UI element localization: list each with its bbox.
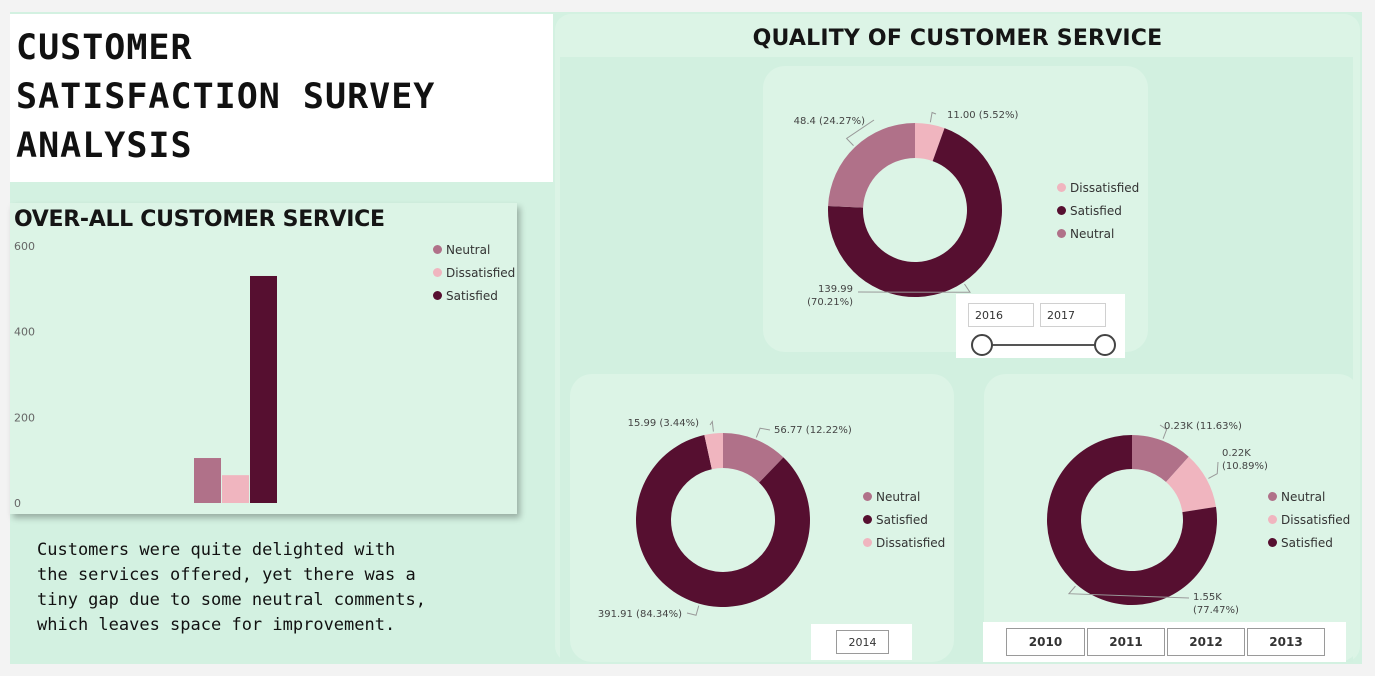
y-tick-label: 400 [14, 326, 35, 339]
bar-chart-legend: Neutral Dissatisfied Satisfied [433, 238, 515, 307]
page-title: CUSTOMER SATISFACTION SURVEY ANALYSIS [16, 28, 436, 166]
bar-legend-neutral[interactable]: Neutral [433, 238, 515, 261]
legend-dot [863, 492, 872, 501]
legend-dot [433, 291, 442, 300]
leader-line [929, 111, 937, 123]
legend-label: Satisfied [1070, 203, 1122, 218]
d1-legend-satisfied[interactable]: Satisfied [1057, 199, 1139, 222]
data-label: 15.99 (3.44%) [628, 418, 699, 429]
legend-dot [1057, 183, 1066, 192]
legend-dot [433, 268, 442, 277]
legend-label: Neutral [1070, 226, 1115, 241]
legend-dot [863, 538, 872, 547]
year-slicer-2010-2013: 2010 2011 2012 2013 [983, 622, 1346, 662]
end-year-input[interactable]: 2017 [1040, 303, 1106, 327]
bar-legend-dissatisfied[interactable]: Dissatisfied [433, 261, 515, 284]
year-button-2012[interactable]: 2012 [1167, 628, 1245, 656]
d1-legend-neutral[interactable]: Neutral [1057, 222, 1139, 245]
legend-label: Satisfied [1281, 535, 1333, 550]
y-tick-label: 600 [14, 240, 35, 253]
donut-legend-2016-2017: Dissatisfied Satisfied Neutral [1057, 176, 1139, 245]
leader-line [709, 420, 714, 432]
d1-legend-dissatisfied[interactable]: Dissatisfied [1057, 176, 1139, 199]
legend-label: Neutral [1281, 489, 1326, 504]
d3-legend-satisfied[interactable]: Satisfied [1268, 531, 1350, 554]
overall-service-card[interactable]: 600 400 200 0 OVER-ALL CUSTOMER SERVICE Neu… [10, 203, 517, 514]
year-button-2014[interactable]: 2014 [836, 630, 889, 654]
d2-legend-satisfied[interactable]: Satisfied [863, 508, 945, 531]
bar-chart-title: OVER-ALL CUSTOMER SERVICE [14, 207, 385, 232]
legend-label: Neutral [876, 489, 921, 504]
leader-line [686, 605, 700, 616]
summary-text: Customers were quite delighted with the … [37, 540, 426, 635]
data-label: (70.21%) [807, 297, 853, 308]
legend-label: Dissatisfied [876, 535, 946, 550]
legend-dot [863, 515, 872, 524]
legend-label: Dissatisfied [1070, 180, 1140, 195]
legend-dot [1268, 515, 1277, 524]
slider-track[interactable] [981, 344, 1106, 346]
quality-title: QUALITY OF CUSTOMER SERVICE [752, 26, 1163, 51]
data-label: 48.4 (24.27%) [794, 116, 865, 127]
legend-dot [1268, 538, 1277, 547]
donut-legend-2014: Neutral Satisfied Dissatisfied [863, 485, 945, 554]
year-button-2010[interactable]: 2010 [1006, 628, 1085, 656]
data-label: 1.55K [1193, 592, 1222, 603]
legend-dot [1057, 229, 1066, 238]
leader-line [1208, 461, 1219, 479]
bar-satisfied[interactable] [250, 275, 277, 503]
d3-legend-neutral[interactable]: Neutral [1268, 485, 1350, 508]
d1-slice-neutral[interactable] [828, 123, 915, 208]
data-label: 139.99 [818, 284, 853, 295]
legend-label: Dissatisfied [446, 265, 516, 280]
legend-dot [433, 245, 442, 254]
legend-label: Satisfied [876, 512, 928, 527]
year-button-2013[interactable]: 2013 [1247, 628, 1325, 656]
legend-label: Dissatisfied [1281, 512, 1351, 527]
y-tick-label: 0 [14, 497, 21, 510]
data-label: 0.22K [1222, 448, 1251, 459]
legend-dot [1057, 206, 1066, 215]
data-label: (77.47%) [1193, 605, 1239, 616]
legend-label: Satisfied [446, 288, 498, 303]
bar-neutral[interactable] [194, 458, 221, 503]
slider-start-handle[interactable] [971, 334, 993, 356]
year-range-slicer: 2016 2017 [956, 294, 1125, 358]
data-label: 56.77 (12.22%) [774, 425, 852, 436]
donut-legend-2010-2013: Neutral Dissatisfied Satisfied [1268, 485, 1350, 554]
legend-dot [1268, 492, 1277, 501]
title-card: CUSTOMER SATISFACTION SURVEY ANALYSIS [10, 14, 553, 182]
year-button-2011[interactable]: 2011 [1087, 628, 1165, 656]
legend-label: Neutral [446, 242, 491, 257]
data-label: 11.00 (5.52%) [947, 110, 1018, 121]
bar-legend-satisfied[interactable]: Satisfied [433, 284, 515, 307]
d3-legend-dissatisfied[interactable]: Dissatisfied [1268, 508, 1350, 531]
d2-legend-dissatisfied[interactable]: Dissatisfied [863, 531, 945, 554]
y-tick-label: 200 [14, 411, 35, 424]
data-label: (10.89%) [1222, 461, 1268, 472]
data-label: 391.91 (84.34%) [598, 609, 682, 620]
slider-end-handle[interactable] [1094, 334, 1116, 356]
data-label: 0.23K (11.63%) [1164, 421, 1242, 432]
start-year-input[interactable]: 2016 [968, 303, 1034, 327]
dashboard: CUSTOMER SATISFACTION SURVEY ANALYSIS 60… [0, 0, 1375, 676]
bar-dissatisfied[interactable] [222, 475, 249, 503]
year-slicer-2014: 2014 [811, 624, 912, 660]
d2-legend-neutral[interactable]: Neutral [863, 485, 945, 508]
leader-line [755, 427, 771, 438]
